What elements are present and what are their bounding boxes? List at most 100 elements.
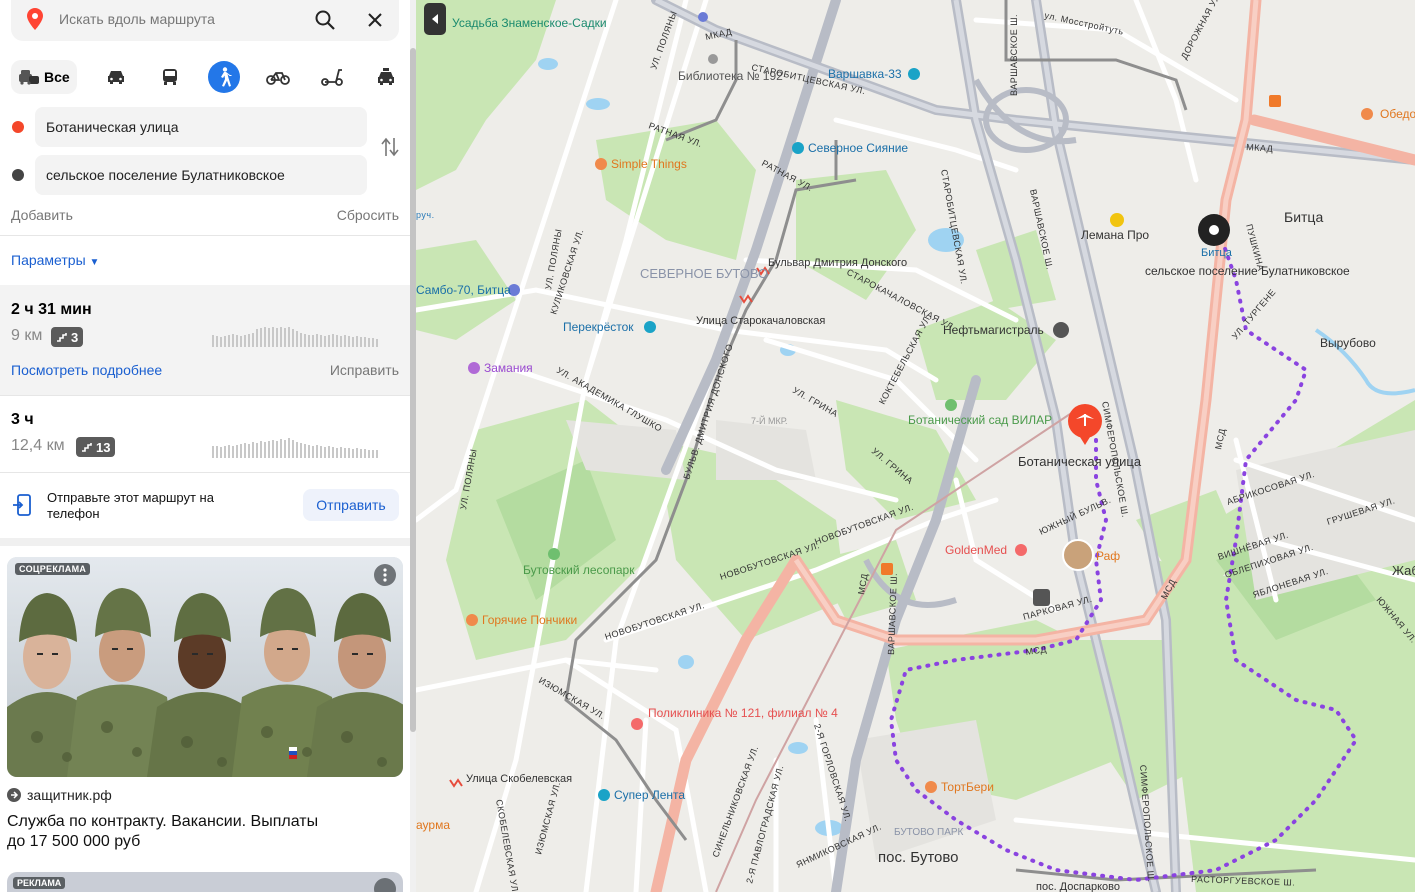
elevation-profile-2: [212, 438, 378, 458]
arrow-right-circle-icon: [7, 788, 21, 802]
map-label-pos-dos[interactable]: пос. Доспарково: [1036, 881, 1120, 892]
stairs-count: 3: [71, 329, 79, 345]
mode-all-button[interactable]: Все: [11, 60, 77, 94]
phone-send-icon: [12, 494, 32, 521]
road-label-mkad-2: МКАД: [1246, 142, 1274, 154]
map-label-butlespark[interactable]: Бутовский лесопарк: [523, 563, 635, 577]
mode-transit-button[interactable]: [154, 61, 186, 93]
road-label-gorlov: 2-Я ГОРЛОВСКАЯ УЛ.: [812, 723, 853, 823]
close-button[interactable]: [363, 8, 387, 32]
map-label-obedo[interactable]: Обедо: [1380, 107, 1415, 121]
stairs-badge: 3: [51, 327, 84, 347]
pedestrian-icon: [221, 67, 232, 87]
map-label-vyrubovo[interactable]: Вырубово: [1320, 336, 1376, 350]
road-label-dorozhnaya: ДОРОЖНАЯ УЛ.: [1179, 0, 1223, 61]
mode-car-button[interactable]: [100, 61, 132, 93]
bicycle-icon: [266, 72, 290, 85]
map-label-bitsa-stop[interactable]: Битца: [1201, 247, 1233, 259]
mode-walk-button[interactable]: [208, 61, 240, 93]
end-map-marker[interactable]: [1198, 214, 1230, 246]
route-option-1[interactable]: 2 ч 31 мин 9 км 3 Посмотреть подробнее И…: [0, 285, 410, 395]
mode-bike-button[interactable]: [262, 61, 294, 93]
ad-menu-button[interactable]: [374, 878, 396, 892]
map-label-neftemag[interactable]: Нефтьмагистраль: [943, 323, 1044, 337]
map-label-aurma[interactable]: аурма: [416, 818, 450, 832]
road-label-starokachal: СТАРОКАЧАЛОВСКАЯ УЛ.: [845, 267, 958, 333]
map-label-usadba[interactable]: Усадьба Знаменское-Садки: [452, 16, 607, 30]
route-from-value: Ботаническая улица: [46, 119, 179, 135]
swap-points-button[interactable]: [380, 136, 404, 160]
road-label-ruch: руч.: [416, 210, 435, 220]
map-label-starokach[interactable]: Улица Старокачаловская: [696, 315, 825, 327]
map-label-superlenta[interactable]: Супер Лента: [614, 788, 685, 802]
route-fix-link[interactable]: Исправить: [330, 362, 399, 378]
route-to-value: сельское поселение Булатниковское: [46, 167, 285, 183]
chevron-down-icon: ▼: [89, 257, 100, 268]
map-label-poliklinika[interactable]: Поликлиника № 121, филиал № 4: [648, 706, 838, 720]
map-label-mkr7[interactable]: 7-Й МКР.: [751, 415, 788, 426]
map-pin-icon: [27, 8, 43, 35]
stairs-count: 13: [96, 439, 111, 455]
map-label-raf[interactable]: Раф: [1096, 549, 1120, 563]
map-label-sambo[interactable]: Самбо-70, Битца: [416, 283, 511, 297]
add-point-button[interactable]: Добавить: [11, 207, 73, 223]
route-time: 3 ч: [11, 411, 34, 428]
road-label-msd: МСД: [1213, 427, 1227, 450]
route-option-2[interactable]: 3 ч 12,4 км 13: [0, 396, 410, 472]
collapse-panel-button[interactable]: [424, 3, 446, 35]
map-label-severnoe-siyanie[interactable]: Северное Сияние: [808, 141, 908, 155]
map-label-sev-butovo[interactable]: СЕВЕРНОЕ БУТОВО: [640, 266, 768, 281]
start-point-marker: [12, 121, 24, 133]
multi-transport-icon: [19, 70, 39, 85]
road-label-sinelnik: СИНЕЛЬНИКОВСКАЯ УЛ.: [710, 744, 760, 858]
map-label-butovo-park[interactable]: БУТОВО ПАРК: [894, 827, 964, 838]
road-label-starobitc-2: СТАРОБИТЦЕВСКАЯ УЛ.: [939, 169, 969, 285]
mode-taxi-button[interactable]: [370, 61, 402, 93]
road-label-izyum-2: ИЗЮМСКАЯ УЛ.: [533, 780, 562, 855]
map-label-varshavka33[interactable]: Варшавка-33: [828, 67, 902, 81]
map-label-pos-butovo[interactable]: пос. Бутово: [878, 849, 959, 866]
reset-button[interactable]: Сбросить: [337, 207, 399, 223]
map-label-bulvar[interactable]: Бульвар Дмитрия Донского: [768, 257, 907, 269]
map-label-perekrestok[interactable]: Перекрёсток: [563, 320, 634, 334]
route-time: 2 ч 31 мин: [11, 301, 92, 318]
ad-banner-2[interactable]: РЕКЛАМА: [7, 872, 403, 892]
stairs-icon: [82, 443, 92, 452]
route-details-link[interactable]: Посмотреть подробнее: [11, 362, 162, 378]
map-label-botul[interactable]: Ботаническая улица: [1018, 454, 1142, 469]
map-label-zhabk[interactable]: Жабк: [1392, 563, 1415, 578]
search-along-route-input[interactable]: [59, 8, 309, 30]
mode-all-label: Все: [44, 69, 70, 85]
map-label-bulatn[interactable]: сельское поселение Булатниковское: [1145, 264, 1350, 278]
map-label-tortberi[interactable]: ТортБери: [941, 780, 994, 794]
route-to-field[interactable]: сельское поселение Булатниковское: [35, 155, 367, 195]
map-canvas[interactable]: Усадьба Знаменское-Садки Библиотека № 19…: [416, 0, 1415, 892]
map-label-goldenmed[interactable]: GoldenMed: [945, 543, 1007, 557]
social-ad-tag: СОЦРЕКЛАМА: [15, 563, 91, 575]
parameters-label: Параметры: [11, 252, 86, 268]
map-label-simple[interactable]: Simple Things: [611, 157, 687, 171]
parameters-dropdown[interactable]: Параметры ▼: [11, 252, 99, 268]
map-label-zamania[interactable]: Замания: [484, 361, 533, 375]
send-to-phone: Отправьте этот маршрут на телефон Отправ…: [0, 474, 410, 538]
car-icon: [108, 71, 124, 84]
route-from-field[interactable]: Ботаническая улица: [35, 107, 367, 147]
map-layer[interactable]: Усадьба Знаменское-Садки Библиотека № 19…: [416, 0, 1415, 892]
transport-modes: Все: [11, 60, 405, 94]
ad-title[interactable]: Служба по контракту. Вакансии. Выплаты д…: [7, 812, 337, 852]
map-label-lemana[interactable]: Лемана Про: [1081, 228, 1149, 242]
road-label-skobel: СКОБЕЛЕВСКАЯ УЛ.: [494, 799, 521, 892]
ad-menu-button[interactable]: [374, 564, 396, 586]
map-label-bitsa[interactable]: Битца: [1284, 209, 1323, 225]
send-button[interactable]: Отправить: [303, 489, 399, 521]
ad-banner-image[interactable]: СОЦРЕКЛАМА: [7, 557, 403, 777]
stairs-icon: [57, 333, 67, 342]
map-label-botsad[interactable]: Ботанический сад ВИЛАР: [908, 413, 1052, 427]
ad-tag: РЕКЛАМА: [13, 877, 66, 889]
ad-site-link[interactable]: защитник.рф: [7, 787, 112, 803]
map-label-ponchiki[interactable]: Горячие Пончики: [482, 613, 577, 627]
route-distance: 9 км: [11, 327, 43, 344]
mode-scooter-button[interactable]: [316, 61, 348, 93]
send-to-phone-text: Отправьте этот маршрут на телефон: [47, 490, 214, 521]
search-button[interactable]: [313, 8, 337, 32]
